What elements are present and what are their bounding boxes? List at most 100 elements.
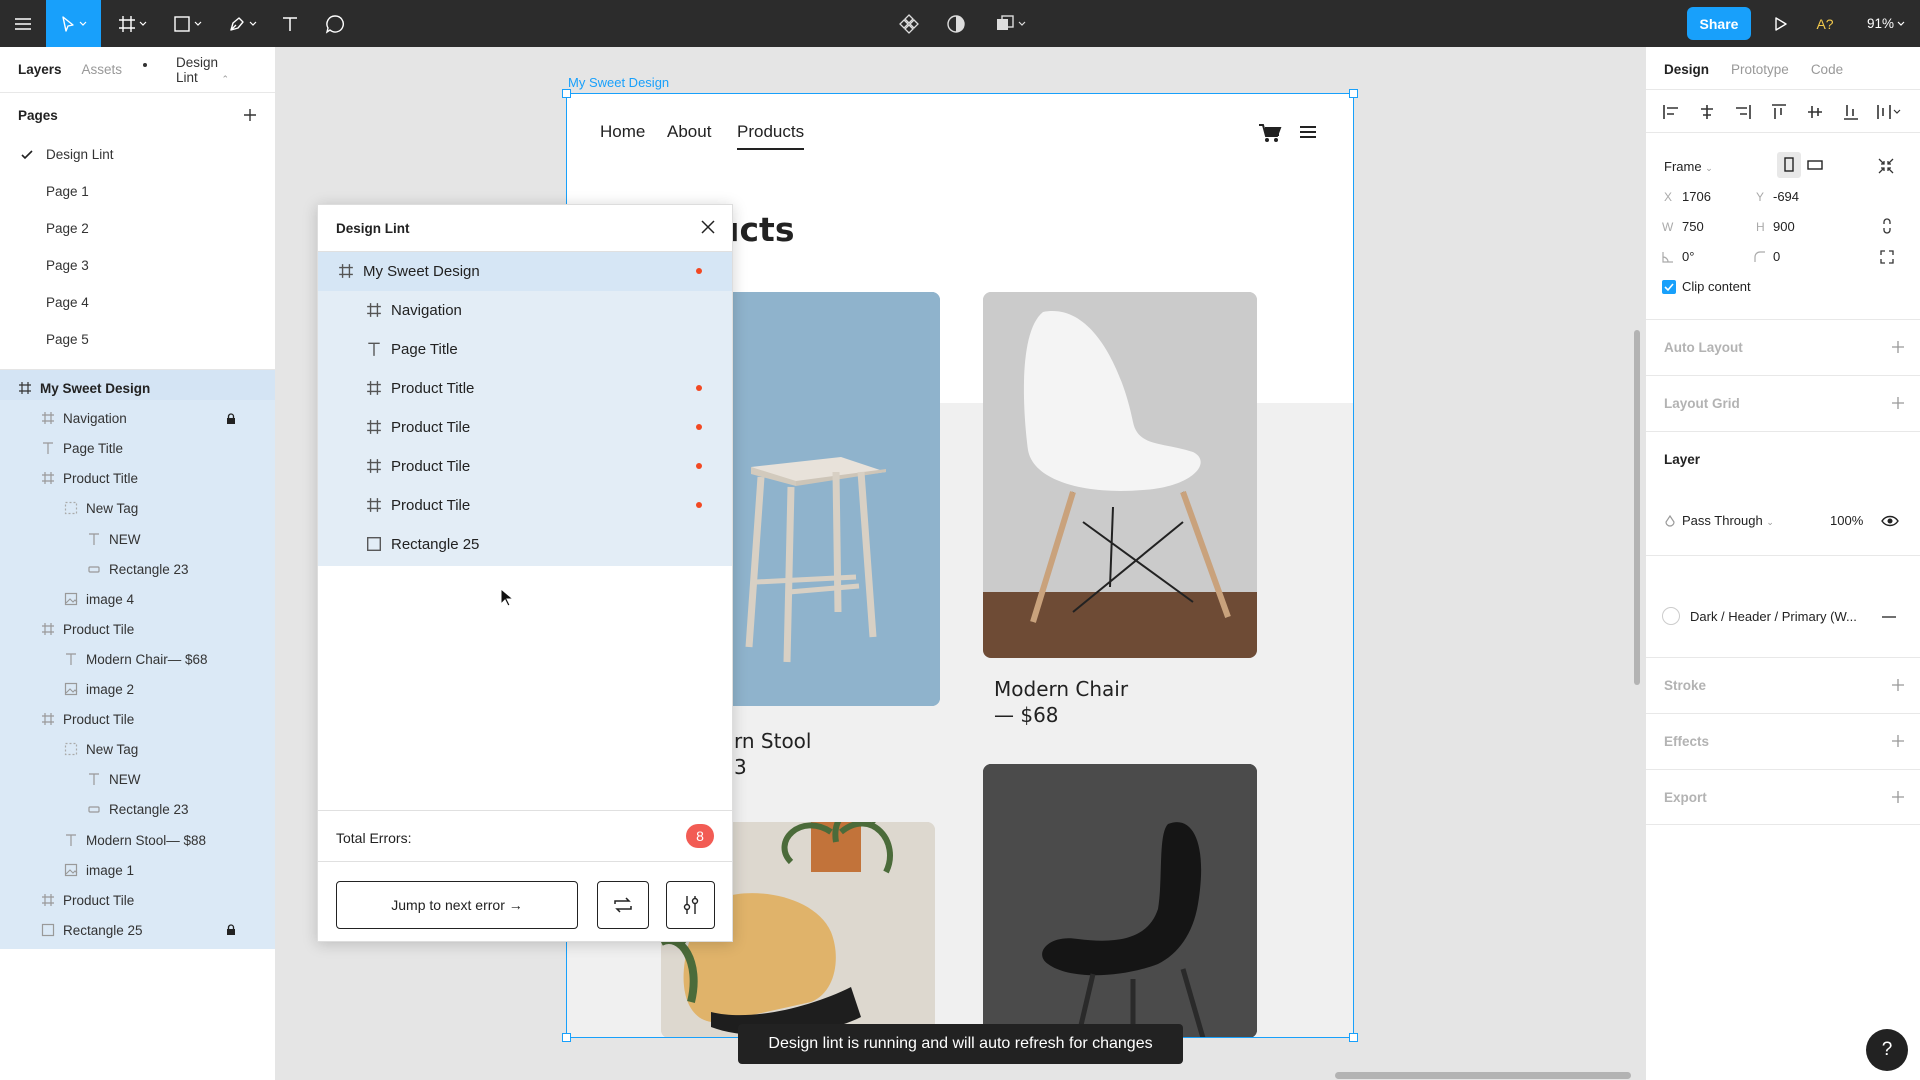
landscape-icon[interactable] [1803,152,1827,178]
main-menu-button[interactable] [0,0,46,47]
resize-to-fit-icon[interactable] [1878,158,1894,174]
comment-tool-button[interactable] [320,0,350,47]
page-item-3[interactable]: Page 3 [0,247,275,284]
mouse-cursor-icon [500,588,514,607]
nav-home-link[interactable]: Home [600,122,645,142]
menu-icon[interactable] [1300,125,1316,139]
frame-type-dropdown[interactable]: Frame ⌄ [1664,159,1713,174]
page-item-4[interactable]: Page 4 [0,284,275,321]
portrait-toggle[interactable] [1777,152,1801,178]
align-bottom-icon[interactable] [1842,103,1860,121]
nav-products-link[interactable]: Products [737,122,805,150]
tab-assets[interactable]: Assets [82,62,167,77]
opacity-input[interactable]: 100% [1830,513,1863,528]
independent-corners-icon[interactable] [1880,250,1894,264]
cart-icon[interactable] [1258,122,1282,144]
pen-tool-button[interactable] [220,0,264,47]
plugin-page-dropdown[interactable]: Design Lint ⌃ [176,55,255,85]
page-item-label: Page 5 [46,332,89,347]
user-avatar[interactable]: A? [1810,0,1840,47]
nav-about-link[interactable]: About [667,122,711,142]
horizontal-scrollbar[interactable] [1335,1072,1631,1079]
lint-tree-item[interactable]: Product Tile [318,447,732,486]
lint-tree-item[interactable]: Product Tile [318,486,732,525]
settings-button[interactable] [666,881,715,929]
frame-icon [42,713,54,726]
share-button[interactable]: Share [1687,7,1751,40]
resize-handle-top-left[interactable] [562,89,571,98]
move-tool-button[interactable] [46,0,101,47]
x-input[interactable]: 1706 [1682,189,1711,204]
eye-icon[interactable] [1881,514,1899,528]
pages-title: Pages [18,107,58,123]
frame-tool-button[interactable] [110,0,154,47]
add-layout-grid-icon[interactable] [1891,396,1905,410]
align-vertical-center-icon[interactable] [1806,103,1824,121]
chevron-down-icon [139,21,146,26]
frame-icon [19,382,31,394]
present-button[interactable] [1768,0,1794,47]
refresh-button[interactable] [597,881,649,929]
resize-handle-bottom-right[interactable] [1349,1033,1358,1042]
rotation-input[interactable]: 0° [1682,249,1694,264]
add-export-icon[interactable] [1891,790,1905,804]
lock-icon[interactable] [226,924,236,936]
width-input[interactable]: 750 [1682,219,1704,234]
layer-label: NEW [109,772,141,788]
layer-row[interactable]: Rectangle 25 [0,911,275,949]
frame-type-label: Frame [1664,159,1702,174]
add-stroke-icon[interactable] [1891,678,1905,692]
y-input[interactable]: -694 [1773,189,1799,204]
text-tool-button[interactable] [275,0,305,47]
align-top-icon[interactable] [1770,103,1788,121]
mask-button[interactable] [942,0,970,47]
text-icon [66,833,76,846]
tab-prototype[interactable]: Prototype [1731,62,1789,77]
fill-style-name[interactable]: Dark / Header / Primary (W... [1690,609,1857,624]
tab-design[interactable]: Design [1664,62,1709,77]
constrain-proportions-icon[interactable] [1882,218,1892,234]
height-input[interactable]: 900 [1773,219,1795,234]
lint-tree-item[interactable]: Page Title [318,330,732,369]
help-button[interactable]: ? [1866,1029,1908,1071]
remove-fill-icon[interactable] [1882,616,1896,618]
text-icon [89,773,99,786]
tab-code[interactable]: Code [1811,62,1843,77]
lint-tree-item[interactable]: Product Title [318,369,732,408]
resize-handle-bottom-left[interactable] [562,1033,571,1042]
add-page-icon[interactable] [243,108,257,122]
boolean-ops-button[interactable] [990,0,1030,47]
add-effect-icon[interactable] [1891,734,1905,748]
page-item-1[interactable]: Page 1 [0,173,275,210]
zoom-menu[interactable]: 91% [1860,0,1912,47]
page-item-label: Page 3 [46,258,89,273]
vertical-scrollbar[interactable] [1634,330,1640,685]
tab-layers[interactable]: Layers [18,62,62,77]
page-item-design-lint[interactable]: Design Lint [0,136,275,173]
clip-content-checkbox[interactable] [1662,280,1676,294]
page-item-5[interactable]: Page 5 [0,321,275,358]
add-auto-layout-icon[interactable] [1891,340,1905,354]
resize-handle-top-right[interactable] [1349,89,1358,98]
align-left-icon[interactable] [1662,103,1680,121]
chevron-down-icon [1018,21,1025,26]
y-label: Y [1756,190,1765,204]
distribute-icon[interactable] [1876,103,1902,121]
lint-tree-item[interactable]: Rectangle 25 [318,525,732,564]
frame-name-label[interactable]: My Sweet Design [568,75,669,90]
fill-swatch[interactable] [1662,607,1680,625]
lint-tree-item[interactable]: My Sweet Design [318,252,732,291]
page-item-2[interactable]: Page 2 [0,210,275,247]
corner-radius-input[interactable]: 0 [1773,249,1780,264]
align-right-icon[interactable] [1734,103,1752,121]
lint-tree-item[interactable]: Navigation [318,291,732,330]
shape-tool-button[interactable] [165,0,209,47]
align-horizontal-center-icon[interactable] [1698,103,1716,121]
lock-icon[interactable] [226,412,236,425]
components-button[interactable] [895,0,923,47]
blend-mode-dropdown[interactable]: Pass Through ⌄ [1682,513,1774,528]
lint-tree-item[interactable]: Product Tile [318,408,732,447]
plugin-page-label: Design Lint [176,54,219,85]
jump-to-next-error-button[interactable]: Jump to next error → [336,881,578,929]
close-icon[interactable] [698,217,718,237]
